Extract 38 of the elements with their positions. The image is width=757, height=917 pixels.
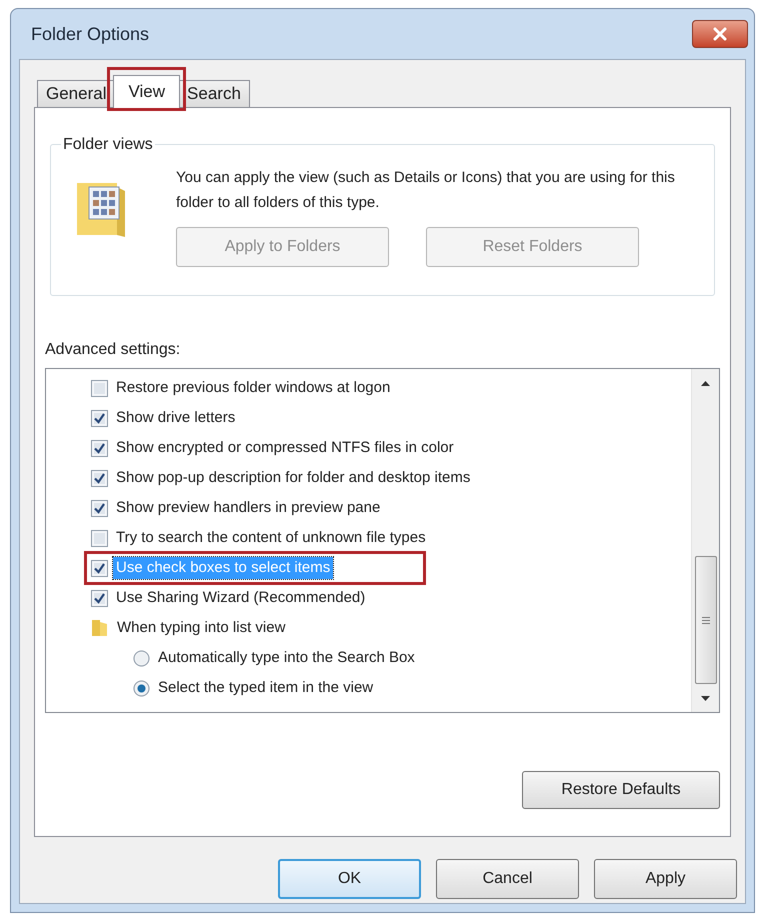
radio-button[interactable] [133, 650, 150, 666]
dialog-button[interactable]: Apply [594, 859, 737, 899]
checkbox[interactable] [91, 590, 108, 606]
folder-icon [91, 619, 109, 637]
setting-label[interactable]: Show pop-up description for folder and desktop items [116, 466, 470, 490]
tab[interactable]: View [113, 75, 180, 108]
checkbox[interactable] [91, 440, 108, 456]
scroll-up-icon[interactable] [701, 381, 710, 386]
description-text: You can apply the view (such as Details or Icons) that you are using for this folder to all folders of this type. [176, 168, 676, 213]
radio-button[interactable] [133, 680, 150, 696]
setting-label[interactable]: Use Sharing Wizard (Recommended) [116, 586, 366, 610]
scroll-down-icon[interactable] [701, 696, 710, 701]
scroll-thumb[interactable] [694, 556, 716, 684]
close-button[interactable] [692, 20, 748, 48]
setting-label[interactable]: Show drive letters [116, 406, 236, 430]
checkbox[interactable] [91, 560, 108, 576]
tab[interactable]: General [37, 80, 116, 108]
dialog-button[interactable]: OK [278, 859, 421, 899]
setting-label[interactable]: Show encrypted or compressed NTFS files in color [116, 436, 454, 460]
setting-label[interactable]: Restore previous folder windows at logon [116, 376, 390, 400]
checkbox[interactable] [91, 530, 108, 546]
grip-icon [702, 616, 710, 624]
checkbox[interactable] [91, 500, 108, 516]
tab[interactable]: Search [178, 80, 250, 108]
setting-label[interactable]: Select the typed item in the view [158, 676, 374, 700]
checkbox[interactable] [91, 470, 108, 486]
restore-defaults-button[interactable]: Restore Defaults [522, 771, 720, 809]
checkbox[interactable] [91, 410, 108, 426]
setting-label[interactable]: Automatically type into the Search Box [158, 646, 415, 670]
scrollbar[interactable] [691, 369, 719, 712]
section-label: Advanced settings: [45, 340, 182, 360]
checkbox[interactable] [91, 380, 108, 396]
dialog-button[interactable]: Cancel [436, 859, 579, 899]
setting-label[interactable]: Try to search the content of unknown file types [116, 526, 426, 550]
close-icon [712, 27, 728, 41]
window-title: Folder Options [31, 22, 150, 46]
setting-label[interactable]: Show preview handlers in preview pane [116, 496, 380, 520]
group-heading: When typing into list view [117, 618, 286, 638]
